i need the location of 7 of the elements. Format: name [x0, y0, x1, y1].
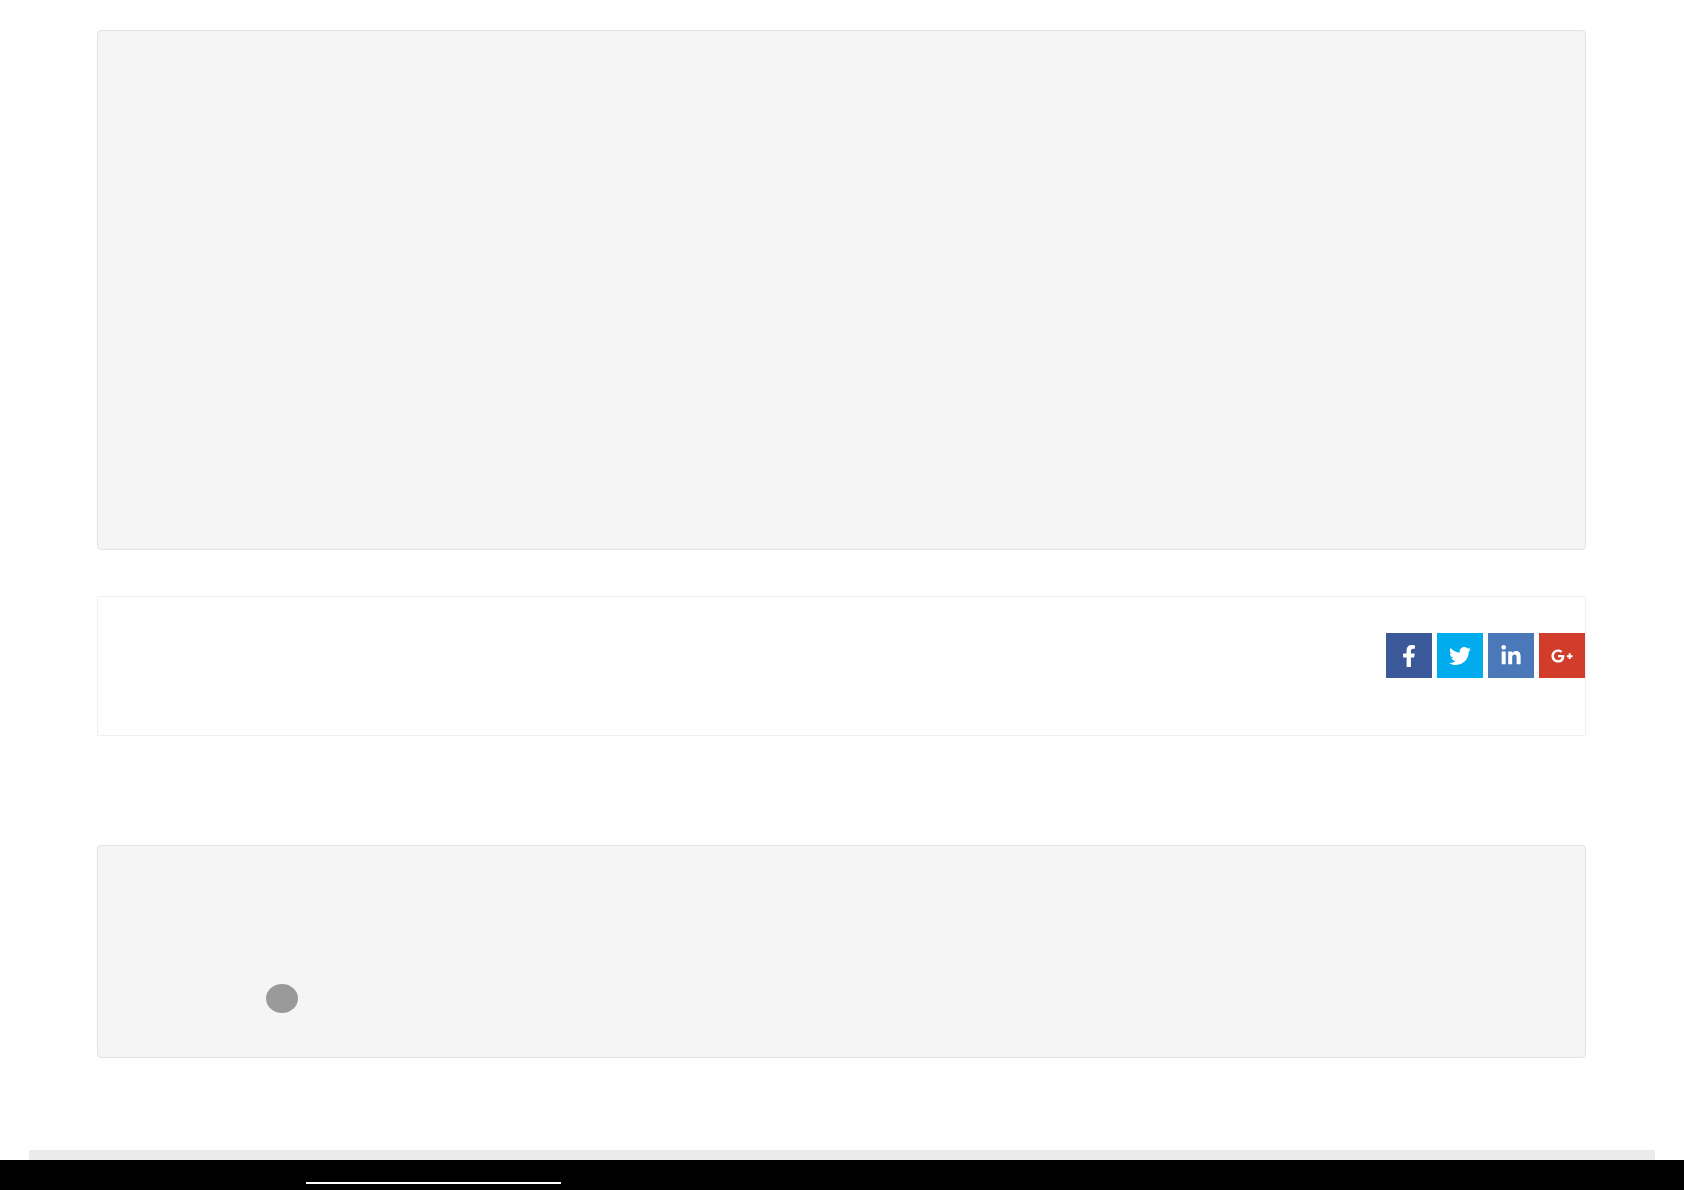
twitter-icon [1449, 644, 1471, 667]
twitter-share-button[interactable] [1437, 633, 1483, 678]
linkedin-icon [1500, 644, 1522, 667]
loading-dot-icon [266, 984, 298, 1013]
linkedin-share-button[interactable] [1488, 633, 1534, 678]
googleplus-share-button[interactable] [1539, 633, 1585, 678]
facebook-share-button[interactable] [1386, 633, 1432, 678]
